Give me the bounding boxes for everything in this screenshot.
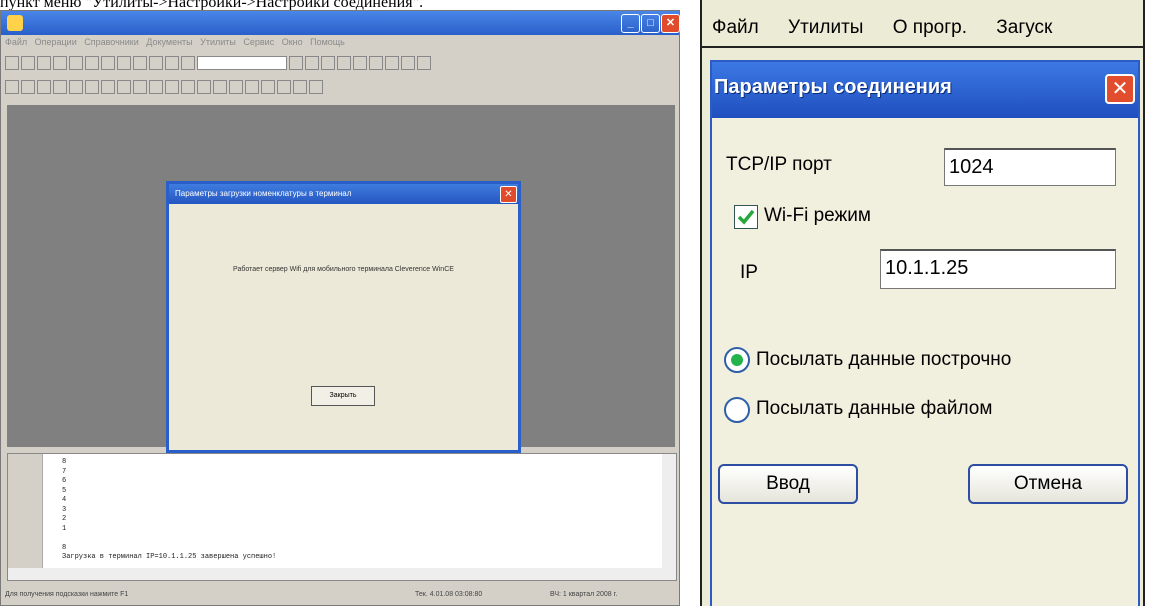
status-bar: Для получения подсказки нажмите F1 Тек. … <box>5 591 675 605</box>
dialog-close-icon[interactable]: ✕ <box>500 186 517 203</box>
log-line: 4 <box>62 496 67 504</box>
log-line: 8 <box>62 458 67 466</box>
log-gutter <box>8 454 43 568</box>
app-icon <box>7 15 23 31</box>
desktop-title-bar: _ □ ✕ <box>1 11 680 35</box>
menu-utilities[interactable]: Утилиты <box>788 10 863 46</box>
pda-menu-bar: Файл Утилиты О прогр. Загуск <box>702 10 1143 48</box>
tcp-port-input[interactable]: 1024 <box>944 148 1116 186</box>
wifi-checkbox[interactable] <box>734 205 758 229</box>
radio-selected-dot <box>731 354 743 366</box>
log-line: 5 <box>62 486 67 495</box>
pda-screen: Файл Утилиты О прогр. Загуск Параметры с… <box>700 0 1145 606</box>
log-line: 6 <box>62 477 67 485</box>
log-panel: 87654321 8 Загрузка в терминал IP=10.1.1.… <box>7 453 677 581</box>
upload-dialog: Параметры загрузки номенклатуры в термин… <box>166 181 521 453</box>
log-line: 8 <box>62 543 67 552</box>
log-line: 3 <box>62 505 67 514</box>
log-line: 2 <box>62 515 67 523</box>
status-hint: Для получения подсказки нажмите F1 <box>5 591 129 598</box>
connection-dialog-title: Параметры соединения <box>714 76 952 98</box>
log-text: 87654321 8 Загрузка в терминал IP=10.1.1.… <box>62 458 276 563</box>
log-line: Загрузка в терминал IP=10.1.1.25 заверше… <box>62 553 277 561</box>
dialog-close-button[interactable]: Закрыть <box>311 386 375 406</box>
upload-dialog-title: Параметры загрузки номенклатуры в термин… <box>169 184 518 204</box>
log-vertical-scrollbar[interactable] <box>662 454 676 568</box>
ip-input[interactable]: 10.1.1.25 <box>880 249 1116 289</box>
menu-load[interactable]: Загуск <box>996 10 1052 46</box>
maximize-icon[interactable]: □ <box>641 14 660 33</box>
minimize-icon[interactable]: _ <box>621 14 640 33</box>
ok-button[interactable]: Ввод <box>718 464 858 504</box>
dialog-message: Работает сервер Wifi для мобильного терм… <box>233 266 454 273</box>
toolbar-bottom[interactable] <box>5 77 645 99</box>
radio-send-by-file[interactable] <box>724 397 750 423</box>
checkmark-icon <box>737 209 755 225</box>
desktop-menu-bar[interactable]: Файл Операции Справочники Документы Утил… <box>5 37 345 53</box>
radio-send-by-line-label[interactable]: Посылать данные построчно <box>756 349 1011 371</box>
log-line: 7 <box>62 467 67 476</box>
wifi-label: Wi-Fi режим <box>764 205 871 226</box>
radio-send-by-file-label[interactable]: Посылать данные файлом <box>756 398 992 420</box>
log-horizontal-scrollbar[interactable] <box>8 568 676 580</box>
desktop-app-window: _ □ ✕ Файл Операции Справочники Документ… <box>0 10 680 606</box>
status-time: Тек. 4.01.08 03:08:80 <box>415 591 483 598</box>
radio-send-by-line[interactable] <box>724 347 750 373</box>
connection-dialog-title-bar: Параметры соединения ✕ <box>712 62 1138 118</box>
tcp-port-label: TCP/IP порт <box>726 154 832 175</box>
log-line: 1 <box>62 524 67 533</box>
menu-file[interactable]: Файл <box>712 10 759 46</box>
menu-about[interactable]: О прогр. <box>893 10 967 46</box>
cancel-button[interactable]: Отмена <box>968 464 1128 504</box>
connection-dialog: Параметры соединения ✕ TCP/IP порт 1024 … <box>710 60 1140 606</box>
ip-label: IP <box>740 262 758 283</box>
page-caption: пункт меню "Утилиты->Настройки->Настройк… <box>0 0 424 10</box>
close-icon[interactable]: ✕ <box>1105 74 1135 104</box>
toolbar-top[interactable] <box>5 53 645 75</box>
status-period: ВЧ: 1 квартал 2008 г. <box>550 591 618 598</box>
close-icon[interactable]: ✕ <box>661 14 680 33</box>
